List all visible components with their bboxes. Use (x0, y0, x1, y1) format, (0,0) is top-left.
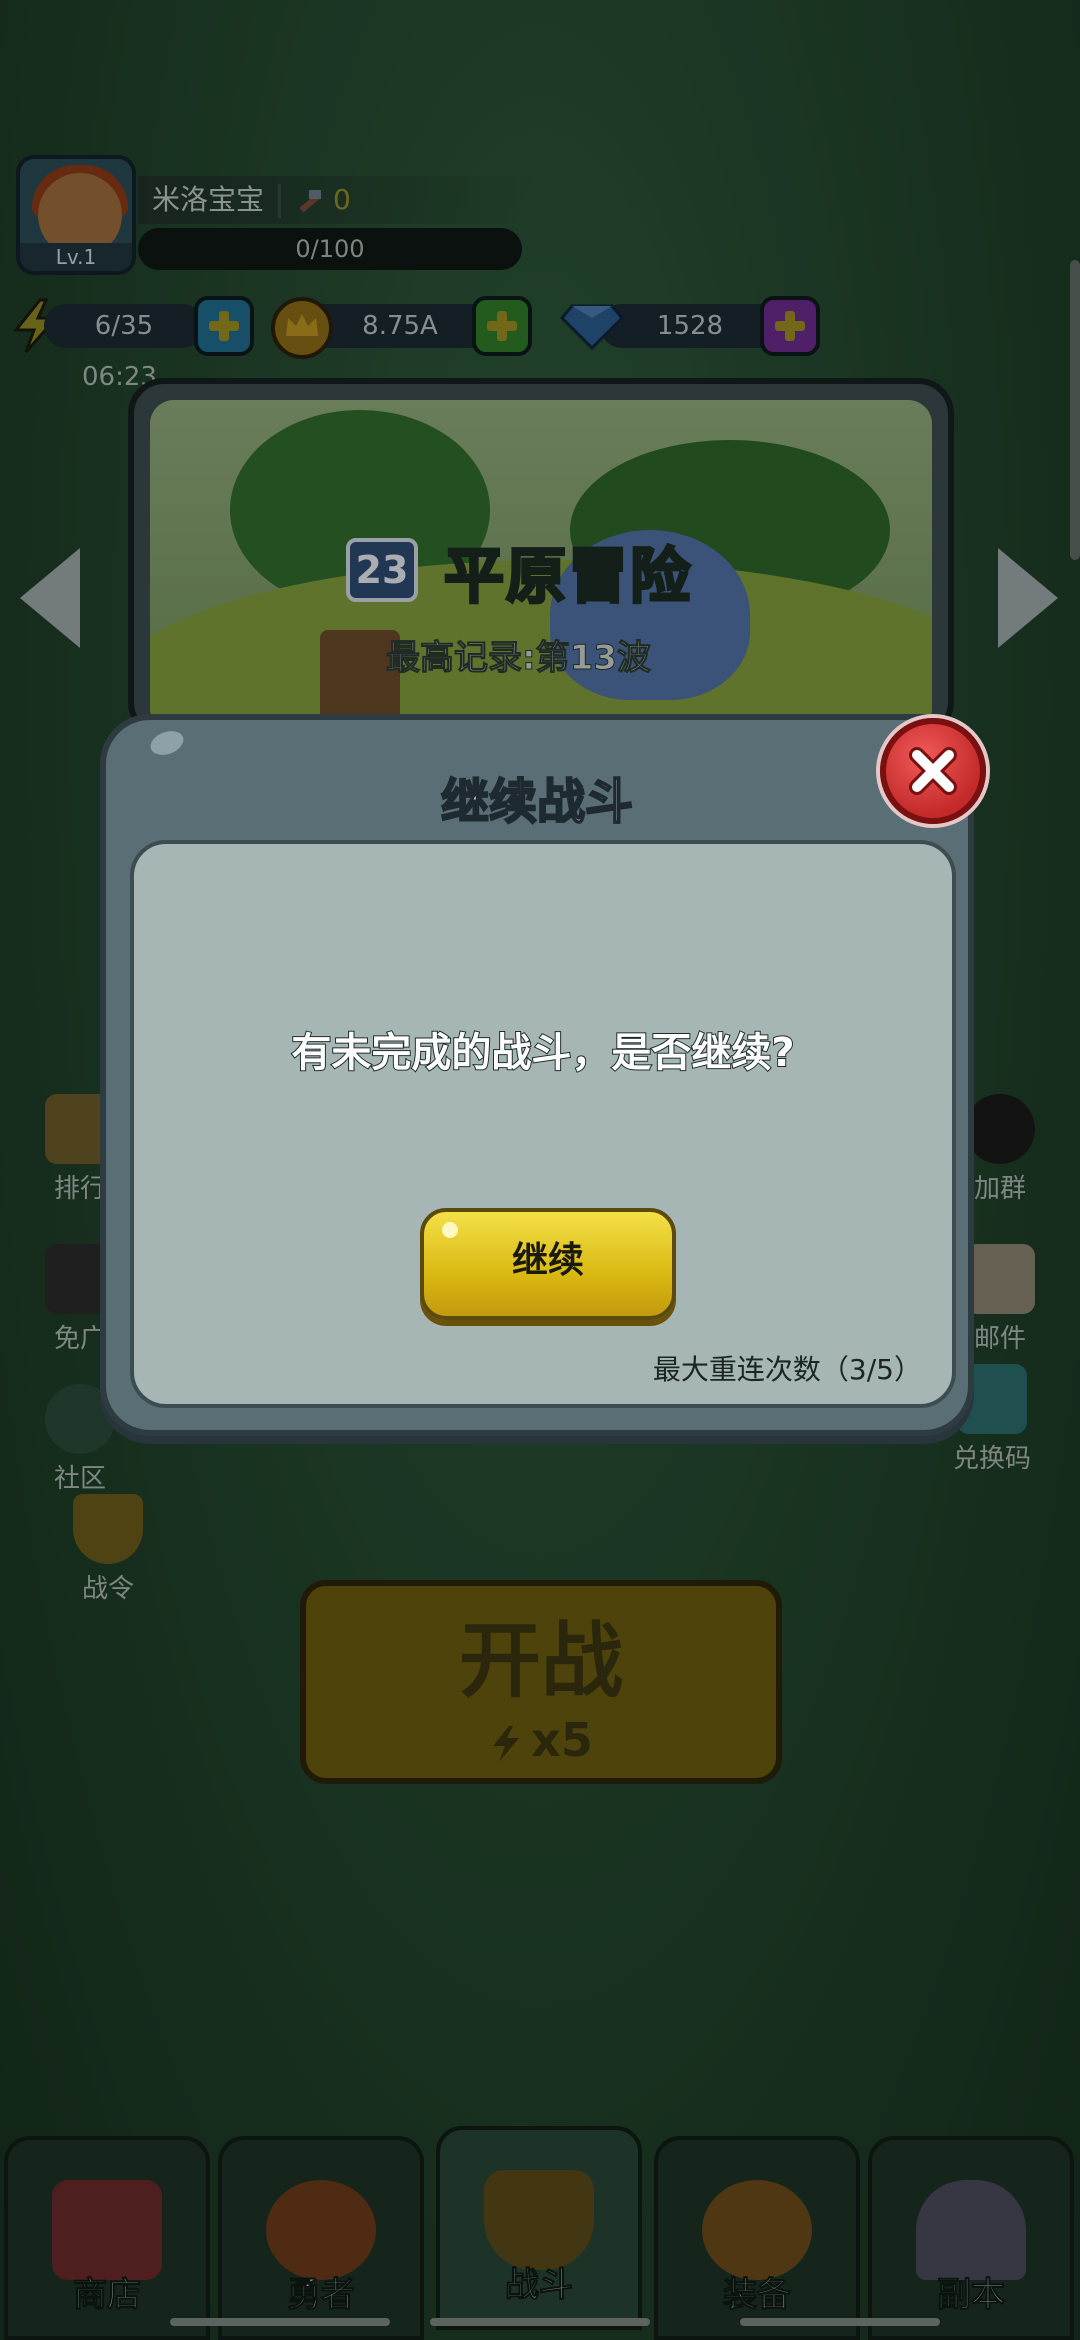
dialog-gloss (147, 726, 187, 760)
close-dialog-button[interactable] (880, 718, 986, 824)
button-shine (442, 1222, 458, 1238)
reconnect-count: 最大重连次数（3/5） (652, 1353, 922, 1386)
continue-button[interactable]: 继续 (420, 1208, 676, 1320)
dialog-message: 有未完成的战斗，是否继续? (290, 1029, 795, 1077)
dialog-body: 有未完成的战斗，是否继续? 继续 最大重连次数（3/5） (130, 840, 956, 1408)
dialog-title: 继续战斗 (440, 773, 634, 831)
close-icon (909, 747, 957, 795)
continue-battle-dialog: 继续战斗 有未完成的战斗，是否继续? 继续 最大重连次数（3/5） (100, 714, 974, 1436)
continue-button-label: 继续 (511, 1240, 584, 1281)
